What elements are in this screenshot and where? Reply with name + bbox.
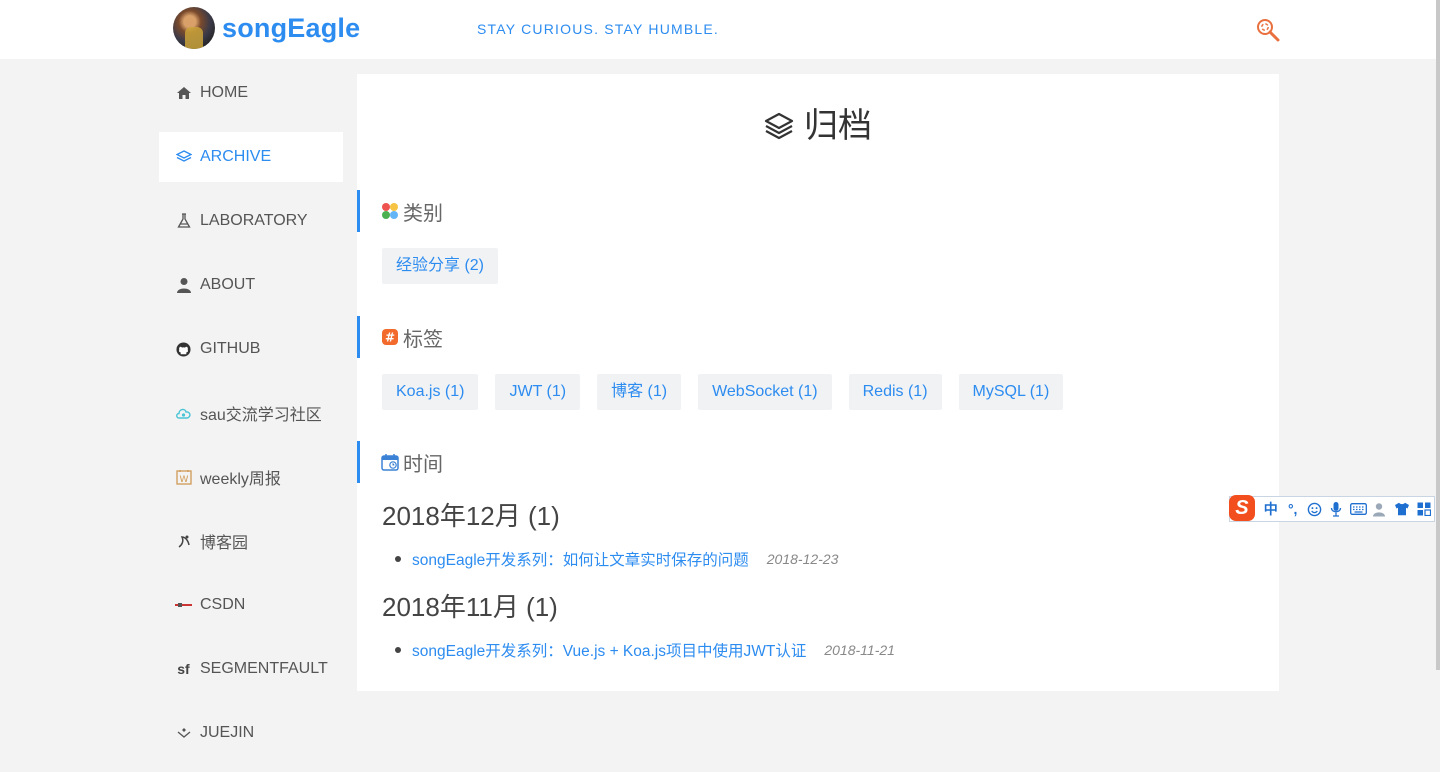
sidebar-item-weekly[interactable]: W weekly周报 (159, 452, 343, 502)
tag-chip[interactable]: JWT (1) (495, 374, 581, 410)
list-item: songEagle开发系列：如何让文章实时保存的问题 2018-12-23 (395, 548, 838, 570)
bullet (395, 556, 401, 562)
month-heading: 2018年12月 (1) (382, 501, 560, 531)
page-scrollbar[interactable] (1436, 0, 1440, 670)
sidebar-item-csdn[interactable]: CSDN (159, 580, 343, 630)
svg-text:W: W (179, 475, 188, 485)
sidebar-item-sau[interactable]: sau交流学习社区 (159, 388, 343, 438)
ime-mode-toggle[interactable]: 中 (1261, 499, 1281, 519)
top-bar: songEagle STAY CURIOUS. STAY HUMBLE. (0, 0, 1440, 59)
sidebar-item-label: GITHUB (200, 340, 261, 357)
user-icon (175, 277, 192, 294)
category-chip[interactable]: 经验分享 (2) (382, 248, 499, 284)
flask-icon (175, 213, 192, 230)
layers-icon (764, 110, 794, 149)
tag-chip[interactable]: MySQL (1) (958, 374, 1064, 410)
sidebar-item-laboratory[interactable]: LABORATORY (159, 196, 343, 246)
sidebar-item-label: ARCHIVE (200, 148, 272, 165)
archive-panel: 归档 类别 经验分享 (2) # 标签 Koa.js (1) JWT (1) 博… (357, 74, 1279, 691)
home-icon (175, 85, 192, 102)
timeline-heading-text: 时间 (403, 453, 443, 476)
user-icon[interactable] (1370, 499, 1390, 519)
post-link[interactable]: songEagle开发系列：Vue.js + Koa.js项目中使用JWT认证 (412, 639, 806, 661)
search-icon[interactable] (1255, 17, 1281, 43)
weekly-icon: W (175, 469, 192, 486)
month-heading: 2018年11月 (1) (382, 592, 558, 622)
category-icon (381, 202, 399, 220)
sf-icon: sf (177, 661, 190, 677)
tags-heading: # 标签 (357, 316, 443, 358)
page-title: 归档 (357, 98, 1279, 149)
cloud-icon (175, 405, 192, 422)
tag-list: Koa.js (1) JWT (1) 博客 (1) WebSocket (1) … (382, 374, 1080, 410)
sidebar-item-home[interactable]: HOME (159, 68, 343, 118)
avatar[interactable] (173, 7, 215, 49)
toolbox-icon[interactable] (1414, 499, 1434, 519)
categories-heading: 类别 (357, 190, 443, 232)
sidebar-nav: HOME ARCHIVE LABORATORY ABOUT GITHUB sau… (159, 68, 343, 772)
site-motto: STAY CURIOUS. STAY HUMBLE. (477, 21, 720, 37)
sidebar-item-label: 博客园 (200, 535, 249, 552)
sidebar-item-label: weekly周报 (200, 471, 281, 488)
ime-punct-toggle[interactable]: °, (1283, 499, 1303, 519)
sidebar-item-github[interactable]: GITHUB (159, 324, 343, 374)
sidebar-item-juejin[interactable]: JUEJIN (159, 708, 343, 758)
sidebar-item-label: HOME (200, 84, 248, 101)
tag-chip[interactable]: Koa.js (1) (382, 374, 479, 410)
list-item: songEagle开发系列：Vue.js + Koa.js项目中使用JWT认证 … (395, 639, 895, 661)
category-list: 经验分享 (2) (382, 248, 515, 284)
bullet (395, 647, 401, 653)
sidebar-item-label: SEGMENTFAULT (200, 660, 328, 677)
timeline-heading: 时间 (357, 441, 443, 483)
sogou-logo-icon[interactable]: S (1229, 495, 1255, 521)
post-date: 2018-12-23 (766, 551, 839, 567)
csdn-icon (175, 597, 192, 614)
keyboard-icon[interactable] (1348, 499, 1368, 519)
tag-chip[interactable]: 博客 (1) (597, 374, 682, 410)
categories-heading-text: 类别 (403, 202, 443, 225)
github-icon (175, 341, 192, 358)
sidebar-item-label: JUEJIN (200, 724, 255, 741)
sidebar-item-segmentfault[interactable]: sf SEGMENTFAULT (159, 644, 343, 694)
tags-heading-text: 标签 (403, 328, 443, 351)
tag-chip[interactable]: Redis (1) (848, 374, 942, 410)
sidebar-item-label: sau交流学习社区 (200, 407, 322, 424)
sidebar-item-label: ABOUT (200, 276, 256, 293)
ime-toolbar: S 中 °, (1229, 495, 1435, 522)
svg-text:#: # (385, 331, 395, 345)
emoji-icon[interactable] (1305, 499, 1325, 519)
sidebar-item-label: LABORATORY (200, 212, 308, 229)
post-date: 2018-11-21 (824, 642, 895, 658)
tag-icon: # (381, 328, 399, 346)
sidebar-item-archive[interactable]: ARCHIVE (159, 132, 343, 182)
sidebar-item-cnblogs[interactable]: 博客园 (159, 516, 343, 566)
skin-icon[interactable] (1392, 499, 1412, 519)
post-link[interactable]: songEagle开发系列：如何让文章实时保存的问题 (412, 548, 749, 570)
calendar-icon (381, 453, 399, 471)
site-title[interactable]: songEagle (222, 13, 360, 44)
layers-icon (175, 149, 192, 166)
page-title-text: 归档 (804, 107, 872, 145)
cnblogs-icon (175, 533, 192, 550)
sidebar-item-label: CSDN (200, 596, 246, 613)
juejin-icon (175, 725, 192, 742)
mic-icon[interactable] (1327, 499, 1347, 519)
sidebar-item-about[interactable]: ABOUT (159, 260, 343, 310)
tag-chip[interactable]: WebSocket (1) (698, 374, 832, 410)
